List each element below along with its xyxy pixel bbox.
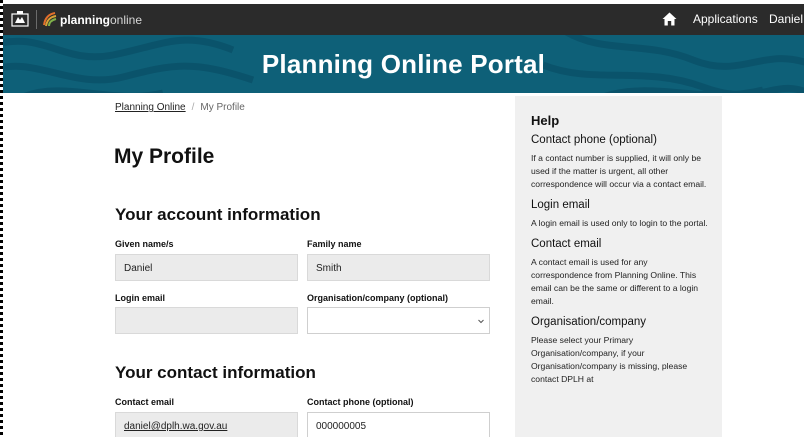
family-name-label: Family name [307,239,362,249]
help-text-contact-email: A contact email is used for any correspo… [531,257,699,306]
wa-crest-icon [11,11,29,27]
contact-email-link[interactable]: daniel@dplh.wa.gov.au [124,421,227,432]
breadcrumb-home-link[interactable]: Planning Online [115,102,186,113]
help-text-contact-phone: If a contact number is supplied, it will… [531,153,707,189]
login-email-field[interactable] [115,307,298,334]
contact-section-title: Your contact information [115,363,316,382]
contact-email-label: Contact email [115,397,175,407]
contact-email-field[interactable]: daniel@dplh.wa.gov.au [115,412,298,437]
help-panel: Help Contact phone (optional) If a conta… [515,96,722,437]
help-heading-contact-phone: Contact phone (optional) [531,134,657,146]
help-heading-organisation: Organisation/company [531,316,647,328]
help-heading-login-email: Login email [531,199,590,211]
home-icon[interactable] [662,12,677,26]
given-name-label: Given name/s [115,239,174,249]
contact-phone-label: Contact phone (optional) [307,397,414,407]
help-text-login-email: A login email is used only to login to t… [531,218,708,228]
login-email-label: Login email [115,293,166,303]
brand-bold: planning [60,13,110,27]
account-section-title: Your account information [115,205,321,224]
planning-online-logo-icon [43,12,57,27]
given-name-field[interactable]: Daniel [115,254,298,281]
hero-banner: Planning Online Portal [3,35,804,93]
breadcrumb-separator: / [191,102,195,113]
help-text-organisation: Please select your Primary Organisation/… [531,335,688,384]
hero-title: Planning Online Portal [261,49,546,79]
brand-divider [36,10,37,29]
contact-phone-field[interactable]: 000000005 [307,412,490,437]
breadcrumb-current: My Profile [200,102,245,113]
family-name-field[interactable]: Smith [307,254,490,281]
nav-user-menu[interactable]: Daniel [769,12,803,26]
breadcrumb: Planning Online / My Profile [115,102,245,113]
nav-applications-link[interactable]: Applications [693,12,758,26]
page-title: My Profile [114,145,215,168]
help-heading-contact-email: Contact email [531,238,602,250]
organisation-select[interactable] [307,307,490,334]
chevron-down-icon [478,319,484,324]
brand-light: online [110,13,143,27]
organisation-label: Organisation/company (optional) [307,293,449,303]
brand-name[interactable]: planningonline [60,13,142,27]
help-title: Help [531,113,560,128]
top-navbar: planningonline Applications Daniel [3,4,804,35]
